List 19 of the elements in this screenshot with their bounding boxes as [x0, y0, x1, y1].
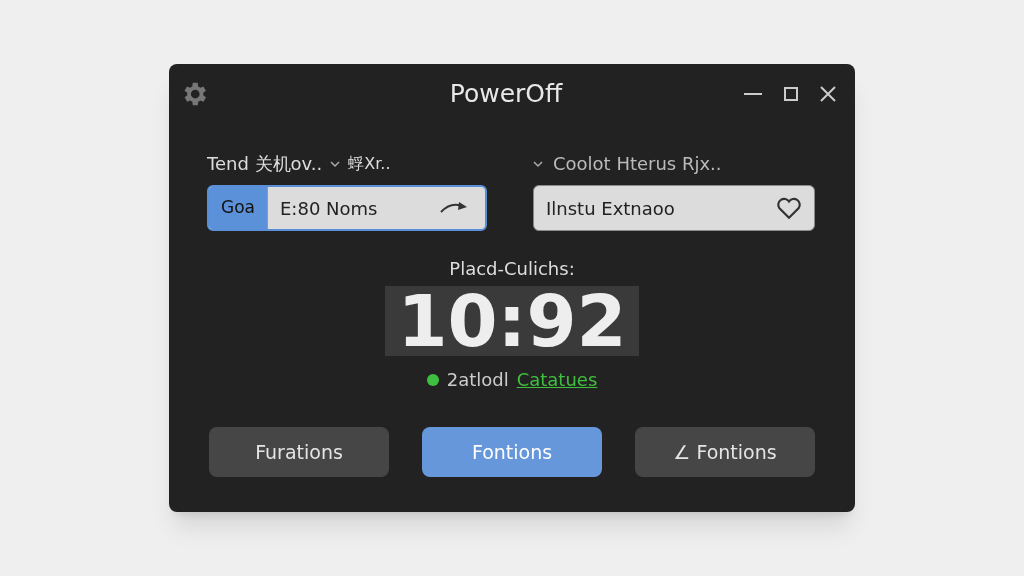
- status-text: 2atlodl: [446, 368, 509, 392]
- clock-display: 10:92: [385, 286, 639, 356]
- setting-label: 蜉Xr..: [348, 152, 391, 175]
- chevron-icon[interactable]: [330, 159, 341, 168]
- maximize-icon[interactable]: [783, 86, 799, 102]
- action-button[interactable]: ∠ Fontions: [635, 427, 815, 477]
- window-title: PowerOff: [449, 78, 563, 111]
- text-field[interactable]: Ilnstu Extnaoo: [533, 185, 815, 231]
- status-link[interactable]: Catatues: [516, 366, 598, 393]
- clock-label: Placd-Culichs:: [449, 257, 575, 281]
- close-icon[interactable]: [819, 85, 837, 103]
- setting-label: Tend 关机ov..: [207, 152, 323, 176]
- time-field[interactable]: Goa E:80 Noms: [207, 185, 487, 231]
- mode-segment[interactable]: Goa: [209, 187, 267, 229]
- chevron-icon[interactable]: [533, 159, 543, 168]
- setting-label: Coolot Hterus Rjx..: [553, 152, 722, 176]
- heart-icon[interactable]: [776, 196, 802, 220]
- field-value: E:80 Noms: [267, 187, 439, 229]
- action-button[interactable]: Furations: [209, 427, 389, 477]
